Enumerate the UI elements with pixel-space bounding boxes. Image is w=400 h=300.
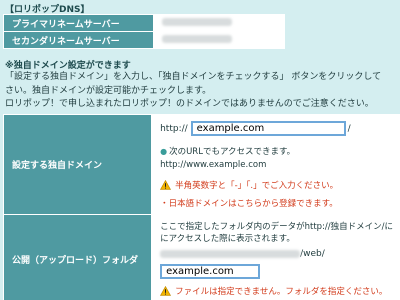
upload-folder-input[interactable] bbox=[160, 264, 261, 279]
dns-table: プライマリネームサーバー セカンダリネームサーバー bbox=[3, 14, 285, 49]
custom-domain-input[interactable] bbox=[190, 121, 346, 136]
custom-domain-label: 設定する独自ドメイン bbox=[2, 114, 153, 215]
upload-path-line: /web/ bbox=[160, 249, 393, 259]
notice-line: ロリポップ！で申し込まれたロリポップ！のドメインではありませんのでご注意ください… bbox=[5, 99, 374, 109]
primary-nameserver-value bbox=[153, 14, 285, 32]
upload-folder-label: 公開（アップロード）フォルダ bbox=[2, 214, 153, 300]
domain-url-line: http:// / bbox=[160, 121, 393, 136]
path-suffix: /web/ bbox=[300, 249, 325, 259]
warning-icon bbox=[160, 286, 172, 296]
redacted-text bbox=[162, 34, 232, 43]
secondary-nameserver-label: セカンダリネームサーバー bbox=[3, 31, 154, 49]
slash-suffix: / bbox=[347, 123, 351, 134]
domain-warning-text: 半角英数字と「-」「.」でご入力ください。 bbox=[175, 181, 339, 191]
primary-nameserver-row: プライマリネームサーバー bbox=[3, 14, 285, 32]
domain-warning: 半角英数字と「-」「.」でご入力ください。 bbox=[160, 179, 393, 191]
custom-domain-row: 設定する独自ドメイン http:// / ●次のURLでもアクセスできます。 h… bbox=[2, 114, 400, 215]
secondary-nameserver-value bbox=[153, 31, 285, 49]
http-prefix: http:// bbox=[160, 123, 188, 134]
alt-url-info: ● 次のURLでもアクセスできます。 bbox=[160, 145, 393, 157]
japanese-domain-link[interactable]: ・日本語ドメインはこちらから登録できます。 bbox=[160, 197, 393, 209]
notice-text: 「設定する独自ドメイン」を入力し、「独自ドメインをチェックする」 ボタンをクリッ… bbox=[5, 71, 397, 112]
folder-warning: ファイルは指定できません。フォルダを指定ください。 bbox=[160, 285, 393, 297]
redacted-text bbox=[162, 17, 232, 26]
redacted-text bbox=[160, 250, 301, 258]
upload-folder-desc-line: にアクセスした際に表示されます。 bbox=[160, 234, 295, 244]
section-heading: ※独自ドメイン設定ができます bbox=[5, 61, 131, 71]
upload-folder-row: 公開（アップロード）フォルダ ここで指定したフォルダ内のデータがhttp://独… bbox=[2, 214, 400, 300]
notice-line: 「設定する独自ドメイン」を入力し、「独自ドメインをチェックする」 ボタンをクリッ… bbox=[5, 72, 382, 82]
custom-domain-cell: http:// / ●次のURLでもアクセスできます。 http://www.e… bbox=[151, 114, 400, 215]
notice-line: さい。独自ドメインが設定可能かチェックします。 bbox=[5, 85, 212, 96]
alt-url-info-text: 次のURLでもアクセスできます。 bbox=[169, 147, 296, 157]
upload-folder-cell: ここで指定したフォルダ内のデータがhttp://独自ドメイン/に にアクセスした… bbox=[151, 214, 400, 300]
folder-warning-text: ファイルは指定できません。フォルダを指定ください。 bbox=[175, 287, 388, 297]
domain-form-table: 設定する独自ドメイン http:// / ●次のURLでもアクセスできます。 h… bbox=[2, 114, 400, 300]
www-url: http://www.example.com bbox=[160, 160, 267, 170]
primary-nameserver-label: プライマリネームサーバー bbox=[3, 14, 154, 32]
warning-icon bbox=[160, 180, 172, 190]
upload-folder-desc-line: ここで指定したフォルダ内のデータがhttp://独自ドメイン/に bbox=[160, 222, 393, 232]
upload-folder-input-wrap bbox=[160, 264, 393, 279]
bullet-icon: ● bbox=[160, 147, 168, 156]
secondary-nameserver-row: セカンダリネームサーバー bbox=[3, 31, 285, 49]
